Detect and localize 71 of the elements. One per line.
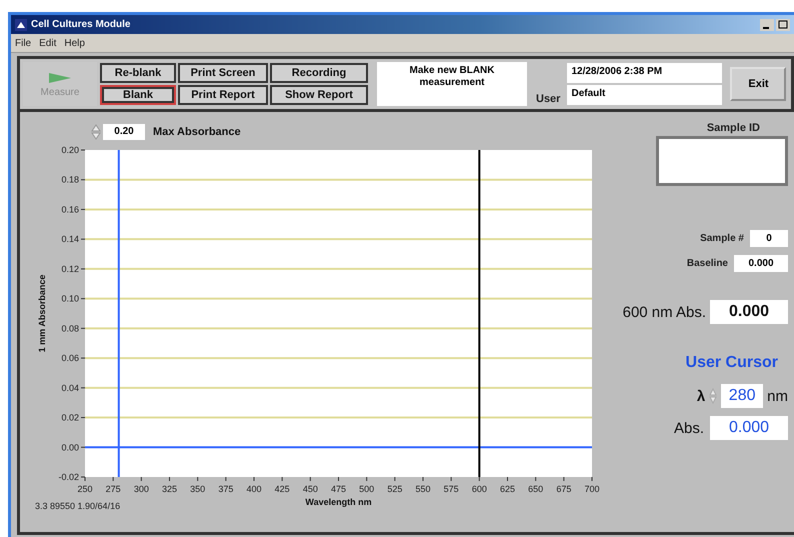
y-tick-label: 0.16 [61, 204, 79, 214]
x-tick-label: 475 [330, 484, 346, 494]
datetime-field: 12/28/2006 2:38 PM [567, 63, 722, 83]
version-text: 3.3 89550 1.90/64/16 [35, 501, 120, 511]
x-tick-label: 500 [359, 484, 374, 494]
x-tick-label: 525 [387, 484, 402, 494]
x-tick-label: 425 [274, 484, 290, 494]
message-box: Make new BLANK measurement [377, 62, 527, 106]
x-tick-label: 575 [444, 484, 459, 494]
x-tick-label: 625 [500, 484, 516, 494]
toolbar-button[interactable]: Blank [100, 85, 176, 105]
x-axis-title: Wavelength nm [305, 497, 372, 507]
window-title: Cell Cultures Module [31, 19, 130, 30]
unit-label: nm [767, 388, 788, 404]
y-tick-label: 0.08 [61, 323, 79, 334]
x-tick-label: 700 [584, 484, 600, 494]
max-absorbance-label: Max Absorbance [153, 126, 241, 138]
exit-button[interactable]: Exit [730, 67, 786, 101]
sample-number-label: Sample # [700, 233, 744, 244]
y-tick-label: 0.14 [61, 234, 79, 244]
wavelength-field[interactable]: 280 [721, 384, 764, 408]
baseline-field[interactable]: 0.000 [734, 255, 788, 272]
cursor-line[interactable] [478, 150, 480, 477]
menu-item[interactable]: Help [64, 38, 85, 48]
y-tick-label: 0.12 [61, 264, 79, 274]
x-tick-label: 275 [106, 484, 121, 494]
lambda-label: λ [696, 388, 706, 404]
max-absorbance-field[interactable]: 0.20 [103, 124, 145, 140]
x-tick-label: 325 [162, 484, 178, 494]
abs-label: Abs. [674, 420, 704, 436]
maximize-icon[interactable] [776, 18, 790, 30]
app-icon [15, 18, 27, 30]
sample-id-field[interactable] [656, 136, 788, 186]
user-cursor-heading: User Cursor [686, 354, 778, 372]
y-tick-label: 0.18 [61, 174, 79, 185]
baseline-label: Baseline [686, 258, 728, 269]
toolbar-button[interactable]: Print Report [178, 85, 268, 105]
y-tick-label: 0.00 [61, 442, 79, 452]
toolbar-button[interactable]: Re-blank [100, 63, 176, 83]
y-axis-title: 1 mm Absorbance [37, 274, 47, 352]
x-tick-label: 650 [528, 484, 544, 494]
x-tick-label: 375 [218, 484, 234, 494]
toolbar-button[interactable]: Print Screen [178, 63, 268, 83]
user-label: User [536, 93, 560, 105]
y-tick-label: 0.04 [61, 382, 79, 393]
x-tick-label: 250 [77, 484, 93, 494]
toolbar-button[interactable]: Show Report [270, 85, 368, 105]
x-tick-label: 400 [246, 484, 262, 494]
x-tick-label: 300 [134, 484, 149, 494]
x-tick-label: 675 [556, 484, 572, 494]
minimize-icon[interactable] [760, 18, 774, 30]
abs600-field: 0.000 [710, 300, 788, 324]
x-tick-label: 600 [472, 484, 487, 494]
y-tick-label: 0.20 [61, 145, 79, 155]
play-icon [47, 70, 73, 84]
x-tick-label: 550 [415, 484, 431, 494]
x-tick-label: 350 [190, 484, 206, 494]
x-tick-label: 450 [302, 484, 318, 494]
sample-number-field[interactable]: 0 [750, 230, 788, 247]
sample-id-label: Sample ID [706, 122, 760, 134]
y-tick-label: -0.02 [58, 472, 79, 482]
y-tick-label: 0.06 [61, 353, 79, 364]
abs600-label: 600 nm Abs. [622, 304, 706, 320]
y-tick-label: 0.10 [61, 294, 79, 304]
cursor-abs-field: 0.000 [710, 416, 788, 440]
menu-item[interactable]: File [15, 38, 32, 48]
y-tick-label: 0.02 [61, 412, 79, 423]
toolbar-button[interactable]: Recording [270, 63, 368, 83]
spinner-icon[interactable] [91, 123, 101, 141]
user-field[interactable]: Default [567, 85, 722, 105]
menu-item[interactable]: Edit [39, 38, 56, 48]
